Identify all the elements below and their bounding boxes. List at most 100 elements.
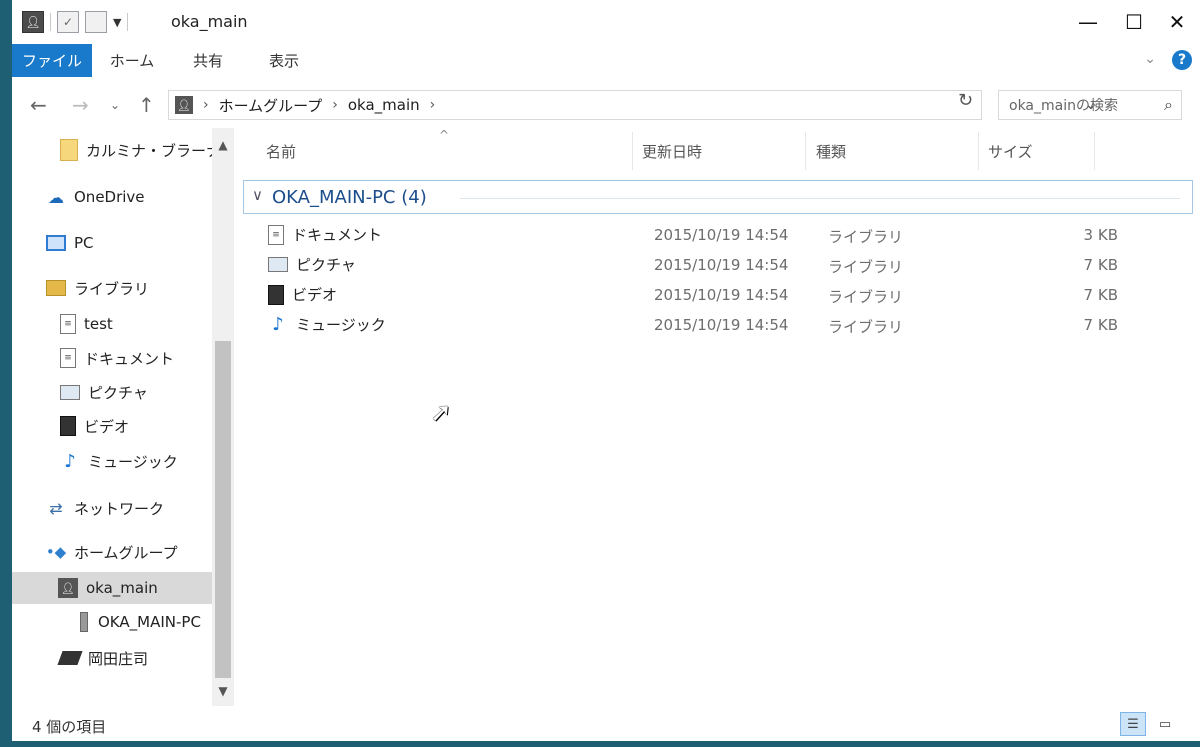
title-bar: 👤︎ ✓ ▼ oka_main — ☐ ✕ xyxy=(12,0,1200,44)
app-icon[interactable]: 👤︎ xyxy=(22,11,44,33)
folder-icon xyxy=(60,139,78,161)
status-bar: 4 個の項目 ☰ ▭ xyxy=(12,708,1200,741)
properties-icon[interactable]: ✓ xyxy=(57,11,79,33)
column-header-size[interactable]: サイズ xyxy=(988,141,1033,162)
file-list: ^ 名前 更新日時 種類 サイズ ∨ OKA_MAIN-PC (4) ≡ ドキュ… xyxy=(242,128,1200,708)
nav-item-label: PC xyxy=(74,234,94,252)
cloud-icon: ☁ xyxy=(48,187,64,207)
address-bar[interactable]: 👤︎ › ホームグループ › oka_main › ⌄ xyxy=(168,90,1097,120)
search-box[interactable]: ⌕ xyxy=(998,90,1182,120)
file-name: ドキュメント xyxy=(292,226,383,244)
nav-item-label: ライブラリ xyxy=(74,279,150,298)
music-icon: ♪ xyxy=(64,450,76,472)
back-arrow-icon[interactable]: ← xyxy=(30,93,47,117)
sort-ascending-icon: ^ xyxy=(439,128,450,142)
nav-item-pictures[interactable]: ピクチャ xyxy=(60,376,148,408)
new-folder-icon[interactable] xyxy=(85,11,107,33)
recent-locations-icon[interactable]: ⌄ xyxy=(110,98,120,112)
up-arrow-icon[interactable]: ↑ xyxy=(138,93,155,117)
nav-item-label: OneDrive xyxy=(74,188,145,206)
nav-item-homegroup[interactable]: •◆ ホームグループ xyxy=(46,536,178,568)
search-input[interactable] xyxy=(1007,92,1151,120)
scrollbar-thumb[interactable] xyxy=(215,341,231,678)
column-divider[interactable] xyxy=(978,132,979,170)
toolbar-separator xyxy=(127,13,129,31)
scroll-up-icon[interactable]: ▲ xyxy=(212,138,234,152)
file-type: ライブラリ xyxy=(828,258,904,276)
nav-item-videos[interactable]: ビデオ xyxy=(60,410,129,442)
breadcrumb-oka-main[interactable]: oka_main xyxy=(348,96,420,114)
file-type: ライブラリ xyxy=(828,288,904,306)
chevron-right-icon[interactable]: › xyxy=(203,97,209,113)
ribbon: ファイル ホーム 共有 表示 ⌄ ? xyxy=(12,44,1200,78)
breadcrumb-homegroup[interactable]: ホームグループ xyxy=(219,95,323,116)
nav-item-oka-main[interactable]: 👤︎ oka_main xyxy=(12,572,212,604)
toolbar-separator xyxy=(50,13,51,31)
location-user-icon: 👤︎ xyxy=(175,96,193,114)
nav-item-onedrive[interactable]: ☁ OneDrive xyxy=(46,181,145,213)
file-row[interactable]: ♪ ミュージック 2015/10/19 14:54 ライブラリ 7 KB xyxy=(268,310,1148,338)
customize-toolbar-icon[interactable]: ▼ xyxy=(113,16,121,29)
nav-scrollbar[interactable]: ▲ ▼ xyxy=(212,128,234,706)
nav-item-carmina-burana[interactable]: カルミナ・ブラーナ xyxy=(60,134,221,166)
nav-item-documents[interactable]: ≡ ドキュメント xyxy=(60,342,174,374)
maximize-button[interactable]: ☐ xyxy=(1112,8,1156,36)
column-header-type[interactable]: 種類 xyxy=(816,141,846,162)
close-button[interactable]: ✕ xyxy=(1155,8,1199,36)
chevron-right-icon[interactable]: › xyxy=(332,97,338,113)
file-date: 2015/10/19 14:54 xyxy=(654,226,789,244)
file-name-cell: ビデオ xyxy=(268,284,337,305)
quick-access-toolbar: 👤︎ ✓ ▼ xyxy=(22,11,129,33)
nav-item-label: OKA_MAIN-PC xyxy=(98,613,201,631)
group-divider xyxy=(460,198,1180,199)
nav-item-music[interactable]: ♪ ミュージック xyxy=(60,445,177,477)
group-title: OKA_MAIN-PC (4) xyxy=(272,187,427,208)
file-date: 2015/10/19 14:54 xyxy=(654,316,789,334)
drive-icon xyxy=(57,648,83,668)
file-date: 2015/10/19 14:54 xyxy=(654,256,789,274)
search-icon[interactable]: ⌕ xyxy=(1164,95,1173,115)
tab-home[interactable]: ホーム xyxy=(100,44,164,77)
document-icon: ≡ xyxy=(268,224,284,245)
nav-item-label: ホームグループ xyxy=(74,543,178,562)
group-header[interactable]: ∨ OKA_MAIN-PC (4) xyxy=(243,180,1193,214)
forward-arrow-icon[interactable]: → xyxy=(72,93,89,117)
nav-item-oka-main-pc[interactable]: OKA_MAIN-PC xyxy=(78,606,212,638)
chevron-down-icon[interactable]: ∨ xyxy=(252,186,263,204)
navigation-pane: カルミナ・ブラーナ ☁ OneDrive PC ライブラリ ≡ test ≡ ド… xyxy=(12,128,234,708)
picture-icon xyxy=(60,384,80,400)
column-header-name[interactable]: 名前 xyxy=(266,141,296,162)
tab-file[interactable]: ファイル xyxy=(12,44,92,77)
nav-item-okada-shoji[interactable]: 岡田庄司 xyxy=(57,642,149,674)
refresh-icon[interactable]: ↻ xyxy=(958,90,973,111)
computer-icon xyxy=(78,612,90,632)
nav-item-network[interactable]: ⇄ ネットワーク xyxy=(46,492,164,524)
file-row[interactable]: ≡ ドキュメント 2015/10/19 14:54 ライブラリ 3 KB xyxy=(268,220,1148,248)
column-divider[interactable] xyxy=(632,132,633,170)
minimize-button[interactable]: — xyxy=(1066,8,1110,36)
scroll-down-icon[interactable]: ▼ xyxy=(212,684,234,698)
file-name: ピクチャ xyxy=(296,256,356,274)
file-row[interactable]: ビデオ 2015/10/19 14:54 ライブラリ 7 KB xyxy=(268,280,1148,308)
ribbon-expand-icon[interactable]: ⌄ xyxy=(1144,51,1156,67)
nav-item-pc[interactable]: PC xyxy=(46,227,94,259)
address-row: ← → ⌄ ↑ 👤︎ › ホームグループ › oka_main › ⌄ ↻ ⌕ xyxy=(12,87,1200,125)
file-name: ビデオ xyxy=(292,286,338,304)
nav-item-label: 岡田庄司 xyxy=(88,649,149,668)
large-icons-view-icon[interactable]: ▭ xyxy=(1152,712,1178,736)
help-icon[interactable]: ? xyxy=(1172,50,1192,70)
nav-item-library[interactable]: ライブラリ xyxy=(46,272,149,304)
nav-item-test[interactable]: ≡ test xyxy=(60,308,113,340)
file-size: 3 KB xyxy=(1083,226,1118,244)
column-divider[interactable] xyxy=(1094,132,1095,170)
file-row[interactable]: ピクチャ 2015/10/19 14:54 ライブラリ 7 KB xyxy=(268,250,1148,278)
library-icon xyxy=(46,280,66,296)
file-name-cell: ♪ ミュージック xyxy=(268,314,386,335)
tab-view[interactable]: 表示 xyxy=(252,44,316,77)
chevron-right-icon[interactable]: › xyxy=(430,97,436,113)
details-view-icon[interactable]: ☰ xyxy=(1120,712,1146,736)
file-name: ミュージック xyxy=(296,316,386,334)
tab-share[interactable]: 共有 xyxy=(176,44,240,77)
column-divider[interactable] xyxy=(805,132,806,170)
column-header-date[interactable]: 更新日時 xyxy=(642,141,702,162)
